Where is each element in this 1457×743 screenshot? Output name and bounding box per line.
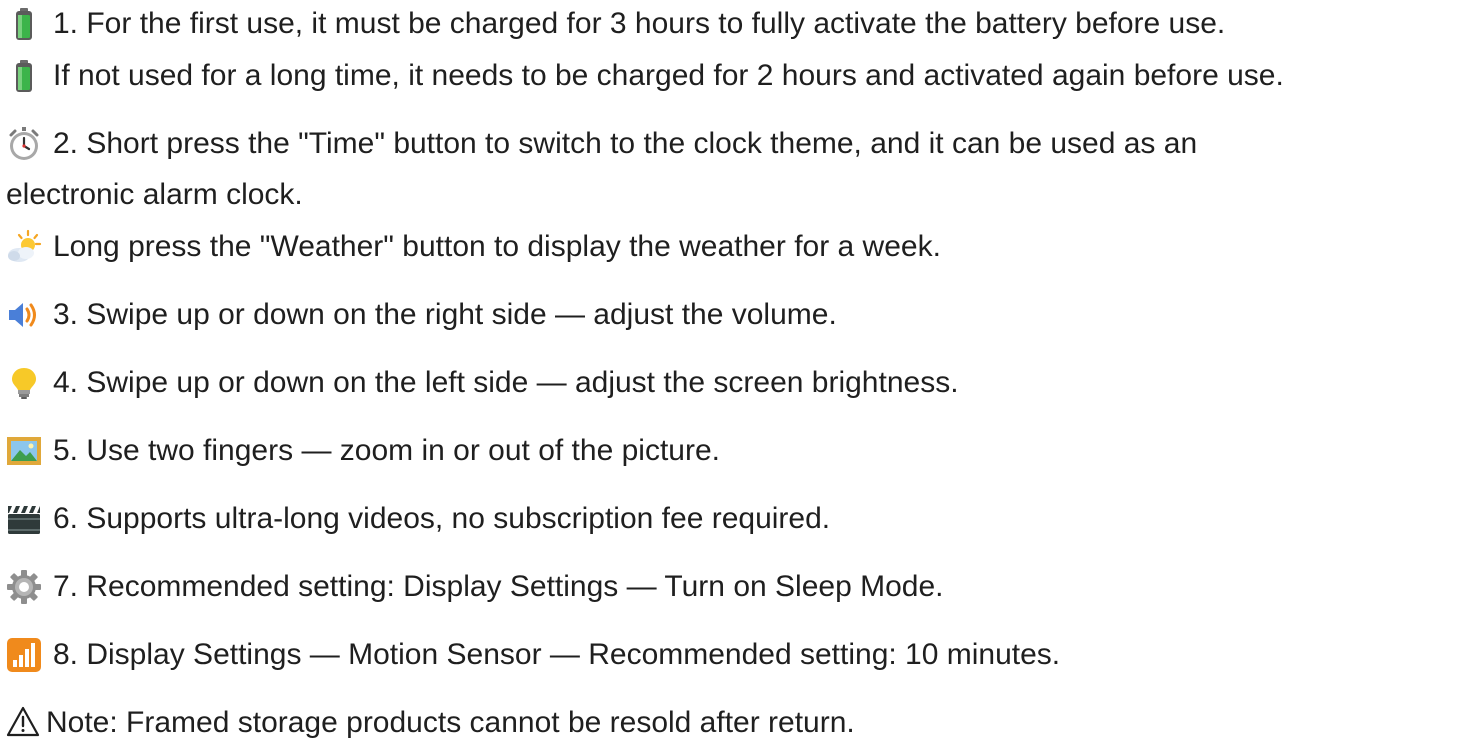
instruction-text: 7. Recommended setting: Display Settings… [53, 570, 944, 603]
instruction-line-6: 6. Supports ultra-long videos, no subscr… [6, 501, 830, 537]
note-line: Note: Framed storage products cannot be … [6, 705, 855, 741]
instruction-text: 6. Supports ultra-long videos, no subscr… [53, 502, 831, 535]
sun-behind-cloud-icon [6, 229, 42, 265]
light-bulb-icon [6, 365, 42, 401]
instruction-line-2-continued: electronic alarm clock. [6, 177, 303, 213]
antenna-bars-icon [6, 637, 42, 673]
instruction-line-7: 7. Recommended setting: Display Settings… [6, 569, 943, 605]
instruction-line-weather: Long press the "Weather" button to displ… [6, 229, 941, 265]
instruction-text: 5. Use two fingers — zoom in or out of t… [53, 434, 720, 467]
instruction-line-1: 1. For the first use, it must be charged… [6, 6, 1225, 42]
instruction-text: 2. Short press the "Time" button to swit… [53, 127, 1198, 160]
instruction-text: 8. Display Settings — Motion Sensor — Re… [53, 638, 1061, 671]
instruction-text: electronic alarm clock. [6, 178, 303, 211]
instruction-line-1b: If not used for a long time, it needs to… [6, 58, 1284, 94]
instruction-text: 3. Swipe up or down on the right side — … [53, 298, 837, 331]
instruction-text: 4. Swipe up or down on the left side — a… [53, 366, 959, 399]
instruction-line-8: 8. Display Settings — Motion Sensor — Re… [6, 637, 1060, 673]
gear-icon [6, 569, 42, 605]
battery-icon [6, 58, 42, 94]
instruction-line-3: 3. Swipe up or down on the right side — … [6, 297, 837, 333]
battery-icon [6, 6, 42, 42]
instruction-line-2: 2. Short press the "Time" button to swit… [6, 126, 1197, 162]
framed-picture-icon [6, 433, 42, 469]
instruction-text: If not used for a long time, it needs to… [53, 59, 1284, 92]
instructions-document: 1. For the first use, it must be charged… [0, 0, 1457, 743]
instruction-text: Long press the "Weather" button to displ… [53, 230, 941, 263]
clapper-board-icon [6, 501, 42, 537]
instruction-line-5: 5. Use two fingers — zoom in or out of t… [6, 433, 720, 469]
speaker-high-volume-icon [6, 297, 42, 333]
warning-icon [6, 705, 40, 741]
note-text: Note: Framed storage products cannot be … [46, 706, 855, 739]
alarm-clock-icon [6, 126, 42, 162]
instruction-text: 1. For the first use, it must be charged… [53, 7, 1226, 40]
instruction-line-4: 4. Swipe up or down on the left side — a… [6, 365, 959, 401]
